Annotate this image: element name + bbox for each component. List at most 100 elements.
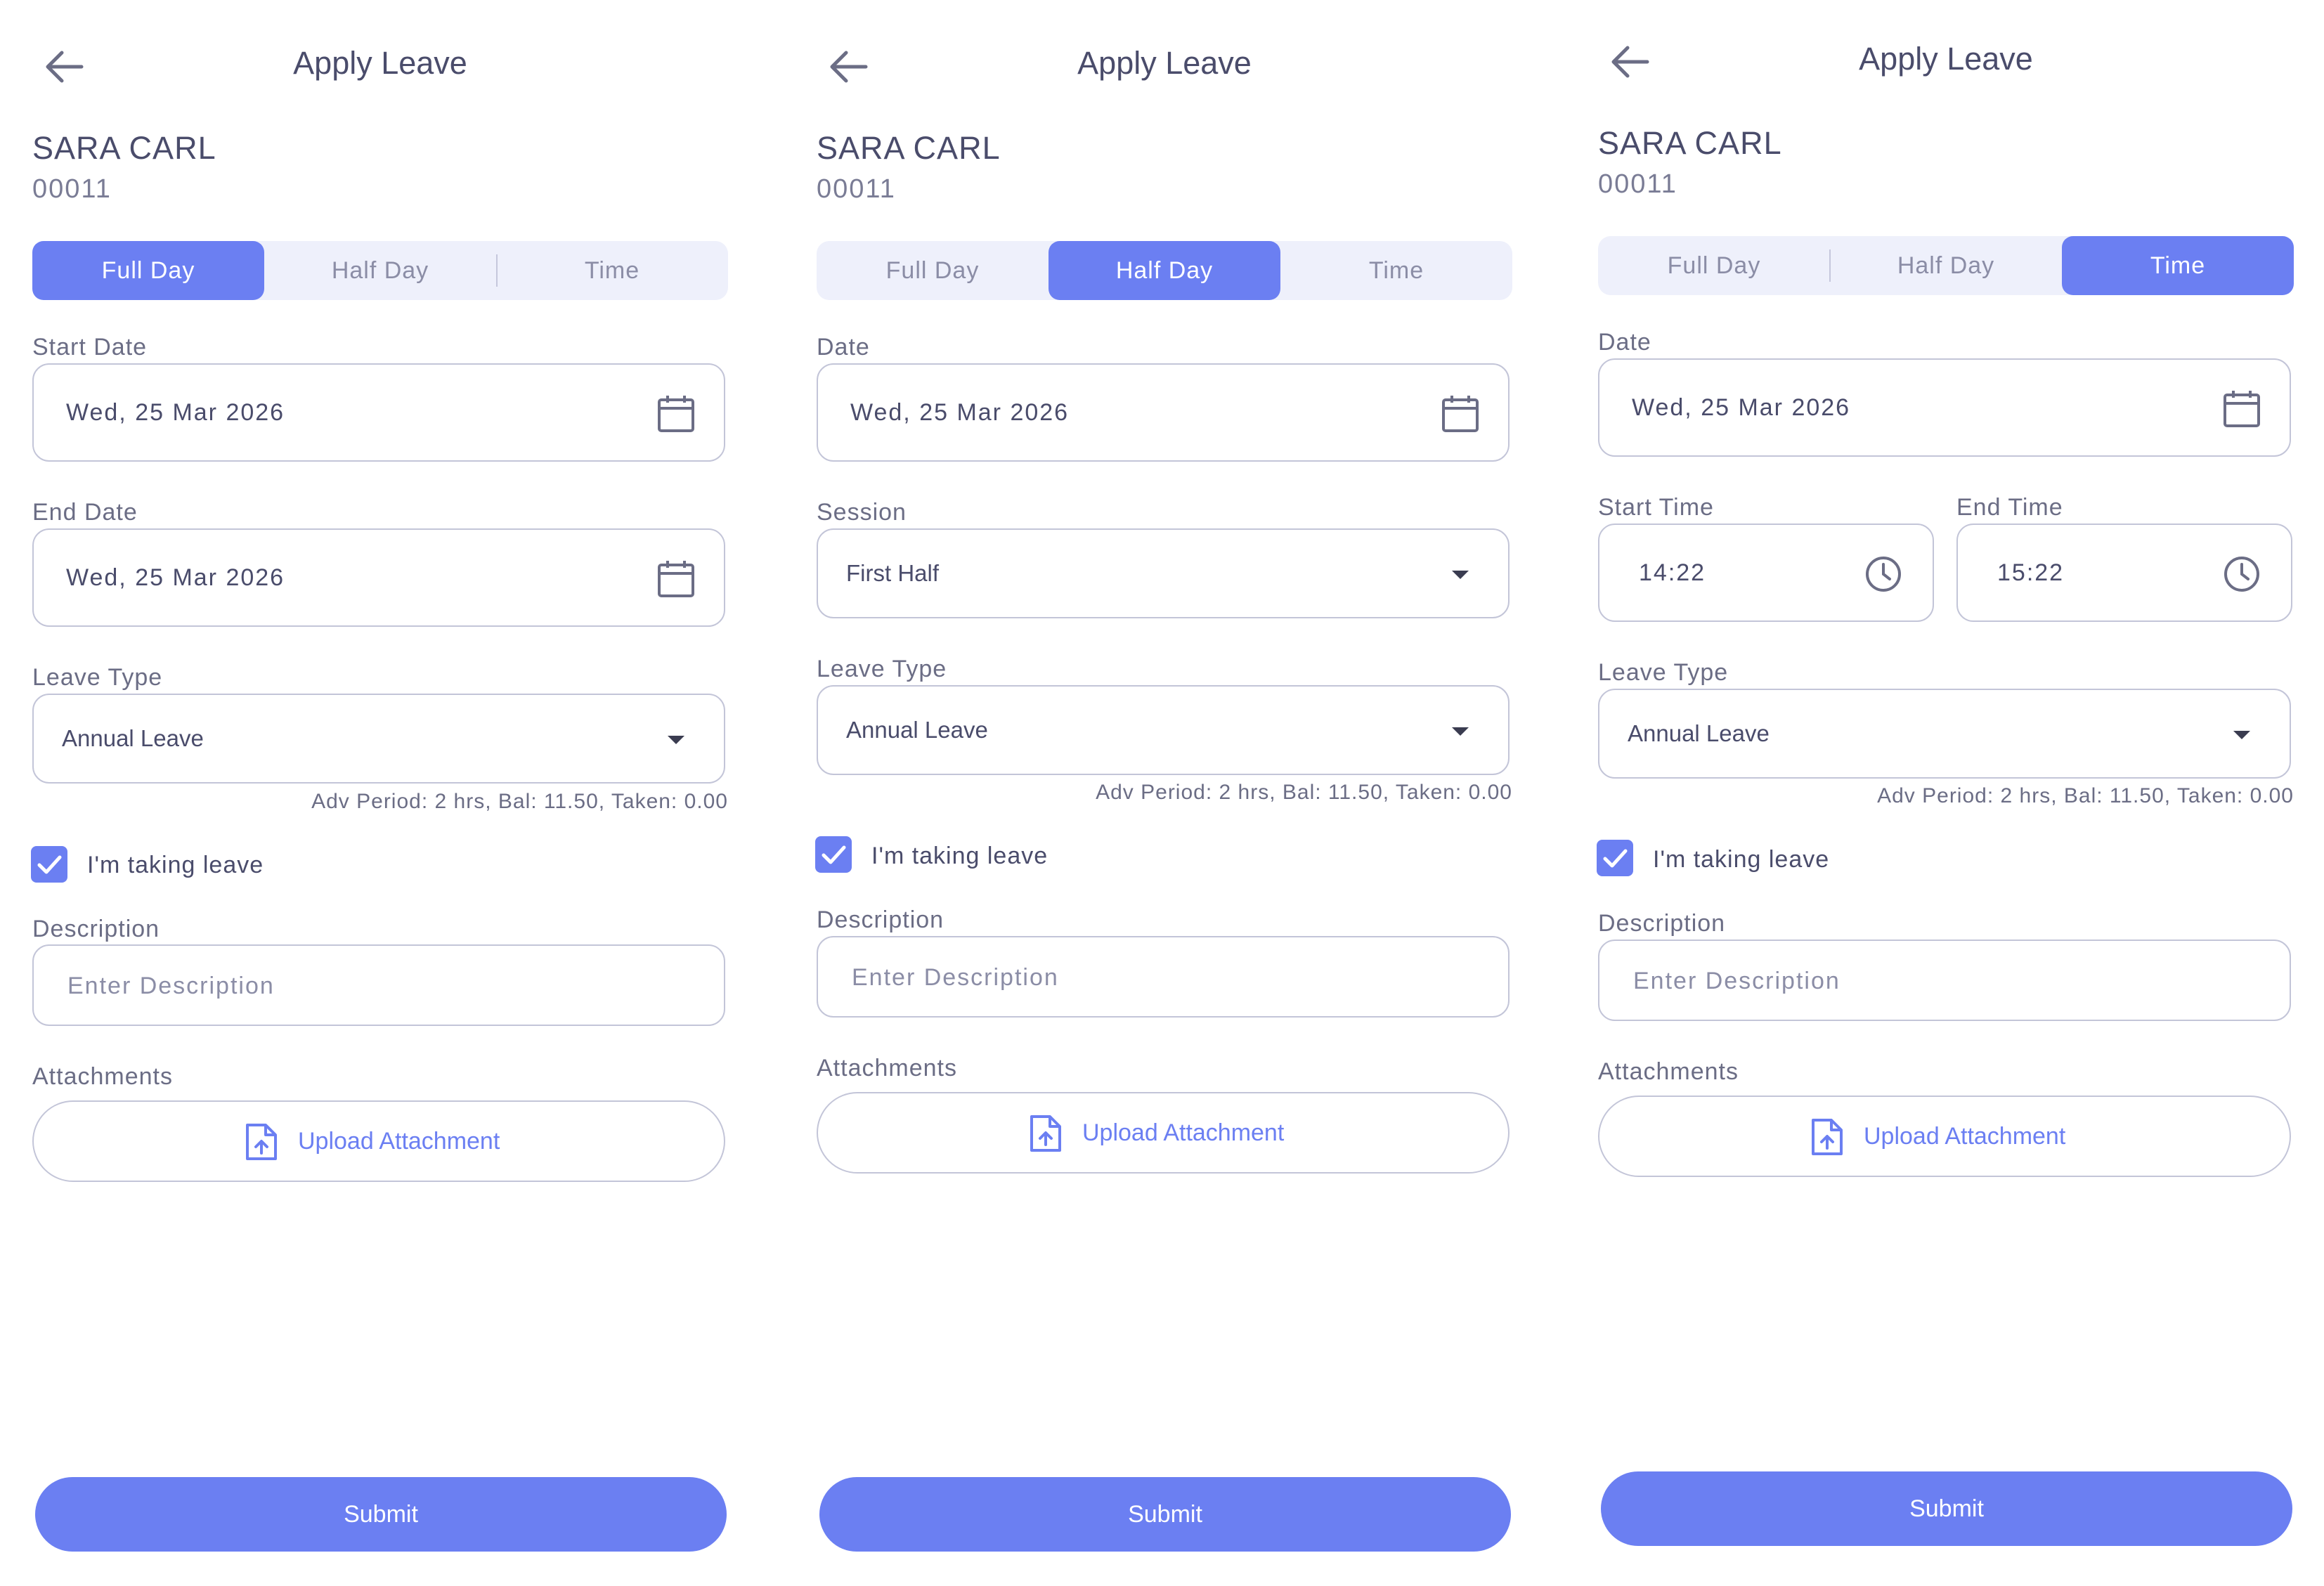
- taking-leave-checkbox[interactable]: [815, 836, 852, 873]
- page-title: Apply Leave: [1859, 41, 2033, 77]
- description-label: Description: [1598, 910, 1726, 937]
- leave-mode-segment: Full Day Half Day Time: [817, 241, 1512, 300]
- leave-type-label: Leave Type: [817, 656, 947, 682]
- description-field: [32, 944, 725, 1026]
- file-upload-icon: [1812, 1119, 1843, 1155]
- tab-time[interactable]: Time: [2062, 236, 2294, 295]
- employee-id: 00011: [817, 174, 896, 204]
- employee-id: 00011: [32, 174, 112, 204]
- screen-full-day: Apply Leave SARA CARL 00011 Full Day Hal…: [31, 0, 728, 1586]
- end-date-field[interactable]: Wed, 25 Mar 2026: [32, 528, 725, 627]
- start-date-value: Wed, 25 Mar 2026: [66, 398, 285, 426]
- date-label: Date: [1598, 329, 1651, 356]
- employee-name: SARA CARL: [32, 130, 216, 166]
- calendar-icon[interactable]: [656, 394, 696, 434]
- tab-full-day[interactable]: Full Day: [32, 241, 264, 300]
- description-field: [1598, 940, 2291, 1021]
- page-title: Apply Leave: [1077, 45, 1252, 81]
- leave-type-label: Leave Type: [32, 664, 163, 691]
- upload-attachment-label: Upload Attachment: [298, 1127, 500, 1155]
- leave-type-select[interactable]: Annual Leave: [817, 685, 1510, 775]
- leave-type-label: Leave Type: [1598, 659, 1729, 686]
- taking-leave-checkbox[interactable]: [1597, 840, 1633, 876]
- start-time-field[interactable]: 14:22: [1598, 524, 1934, 622]
- leave-type-value: Annual Leave: [846, 717, 988, 743]
- page-title: Apply Leave: [293, 45, 467, 81]
- description-label: Description: [817, 906, 944, 933]
- tab-half-day[interactable]: Half Day: [1830, 236, 2062, 295]
- attachments-label: Attachments: [1598, 1058, 1739, 1085]
- caret-down-icon: [1452, 571, 1469, 579]
- file-upload-icon: [1030, 1115, 1061, 1152]
- leave-type-value: Annual Leave: [62, 725, 204, 751]
- end-time-field[interactable]: 15:22: [1956, 524, 2292, 622]
- end-time-value: 15:22: [1997, 559, 2065, 586]
- description-label: Description: [32, 916, 160, 942]
- leave-type-select[interactable]: Annual Leave: [1598, 689, 2291, 779]
- screen-half-day: Apply Leave SARA CARL 00011 Full Day Hal…: [815, 0, 1512, 1586]
- tab-full-day[interactable]: Full Day: [817, 241, 1049, 300]
- check-icon: [37, 855, 62, 874]
- description-field: [817, 936, 1510, 1018]
- session-select[interactable]: First Half: [817, 528, 1510, 618]
- tab-half-day[interactable]: Half Day: [1049, 241, 1280, 300]
- taking-leave-label: I'm taking leave: [1653, 846, 1830, 873]
- file-upload-icon: [246, 1124, 277, 1160]
- date-value: Wed, 25 Mar 2026: [1632, 394, 1851, 421]
- date-field[interactable]: Wed, 25 Mar 2026: [817, 363, 1510, 462]
- check-icon: [1603, 849, 1628, 868]
- upload-attachment-button[interactable]: Upload Attachment: [32, 1100, 725, 1182]
- check-icon: [822, 845, 846, 864]
- description-input[interactable]: [66, 946, 687, 1026]
- submit-button[interactable]: Submit: [1601, 1471, 2292, 1546]
- leave-balance-hint: Adv Period: 2 hrs, Bal: 11.50, Taken: 0.…: [1096, 781, 1512, 804]
- upload-attachment-label: Upload Attachment: [1082, 1119, 1285, 1146]
- leave-balance-hint: Adv Period: 2 hrs, Bal: 11.50, Taken: 0.…: [311, 790, 728, 813]
- date-field[interactable]: Wed, 25 Mar 2026: [1598, 358, 2291, 457]
- end-date-label: End Date: [32, 499, 138, 526]
- taking-leave-checkbox[interactable]: [31, 846, 67, 883]
- screen-time: Apply Leave SARA CARL 00011 Full Day Hal…: [1597, 0, 2294, 1586]
- tab-time[interactable]: Time: [496, 241, 728, 300]
- description-input[interactable]: [850, 937, 1472, 1018]
- clock-icon[interactable]: [1864, 554, 1903, 594]
- taking-leave-label: I'm taking leave: [871, 843, 1049, 869]
- submit-button[interactable]: Submit: [819, 1477, 1511, 1552]
- start-time-value: 14:22: [1639, 559, 1706, 586]
- taking-leave-label: I'm taking leave: [87, 852, 264, 878]
- employee-name: SARA CARL: [1598, 125, 1782, 161]
- employee-name: SARA CARL: [817, 130, 1001, 166]
- upload-attachment-button[interactable]: Upload Attachment: [1598, 1096, 2291, 1177]
- leave-type-select[interactable]: Annual Leave: [32, 694, 725, 784]
- end-date-value: Wed, 25 Mar 2026: [66, 564, 285, 591]
- session-value: First Half: [846, 560, 939, 586]
- description-input[interactable]: [1632, 941, 2253, 1021]
- tab-time[interactable]: Time: [1280, 241, 1512, 300]
- session-label: Session: [817, 499, 907, 526]
- calendar-icon[interactable]: [1441, 394, 1480, 434]
- leave-mode-segment: Full Day Half Day Time: [32, 241, 728, 300]
- attachments-label: Attachments: [32, 1063, 173, 1090]
- upload-attachment-label: Upload Attachment: [1864, 1122, 2066, 1150]
- caret-down-icon: [668, 736, 684, 744]
- caret-down-icon: [1452, 727, 1469, 736]
- caret-down-icon: [2233, 731, 2250, 739]
- start-date-field[interactable]: Wed, 25 Mar 2026: [32, 363, 725, 462]
- employee-id: 00011: [1598, 169, 1677, 199]
- start-date-label: Start Date: [32, 334, 148, 360]
- calendar-icon[interactable]: [656, 559, 696, 599]
- start-time-label: Start Time: [1598, 494, 1714, 521]
- date-value: Wed, 25 Mar 2026: [850, 398, 1070, 426]
- calendar-icon[interactable]: [2222, 389, 2261, 429]
- leave-balance-hint: Adv Period: 2 hrs, Bal: 11.50, Taken: 0.…: [1877, 784, 2294, 807]
- leave-type-value: Annual Leave: [1628, 720, 1770, 746]
- tab-half-day[interactable]: Half Day: [264, 241, 496, 300]
- date-label: Date: [817, 334, 870, 360]
- end-time-label: End Time: [1956, 494, 2063, 521]
- clock-icon[interactable]: [2222, 554, 2261, 594]
- submit-button[interactable]: Submit: [35, 1477, 727, 1552]
- tab-full-day[interactable]: Full Day: [1598, 236, 1830, 295]
- upload-attachment-button[interactable]: Upload Attachment: [817, 1092, 1510, 1174]
- attachments-label: Attachments: [817, 1055, 957, 1081]
- leave-mode-segment: Full Day Half Day Time: [1598, 236, 2294, 295]
